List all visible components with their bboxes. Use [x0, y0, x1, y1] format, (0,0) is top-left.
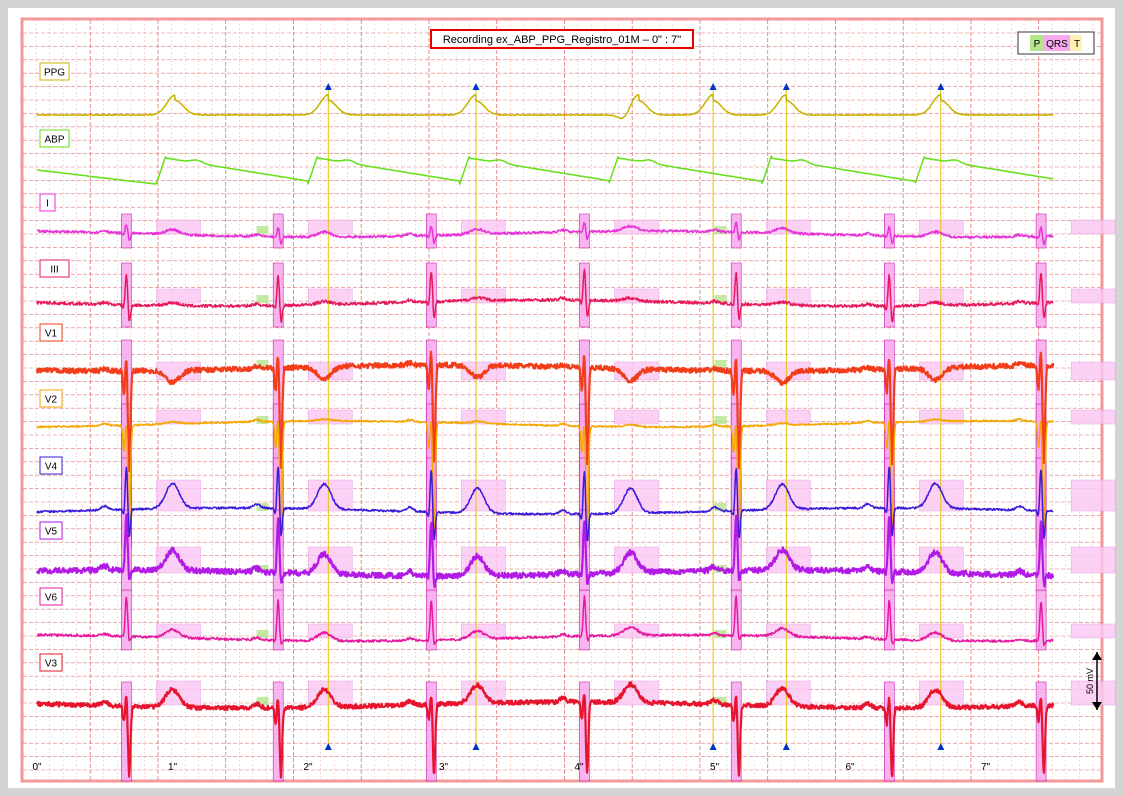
qrs-annotation: [730, 213, 742, 249]
t-wave-annotation: [766, 409, 811, 425]
t-wave-annotation: [156, 479, 201, 512]
t-wave-annotation: [1070, 288, 1116, 304]
legend-p-label: P: [1034, 39, 1041, 50]
t-wave-annotation: [766, 288, 811, 304]
t-wave-annotation: [308, 409, 353, 425]
x-tick-label: 7": [981, 762, 991, 773]
lead-label-i: I: [46, 199, 49, 210]
t-wave-annotation: [766, 479, 811, 512]
t-wave-annotation: [614, 409, 659, 425]
t-wave-annotation: [766, 680, 811, 706]
lead-label-ppg: PPG: [44, 68, 65, 79]
lead-label-v3: V3: [45, 659, 58, 670]
qrs-annotation: [579, 213, 590, 249]
t-wave-annotation: [1070, 623, 1116, 639]
t-wave-annotation: [919, 288, 964, 304]
legend: P QRS T: [1017, 31, 1095, 55]
p-wave-annotation: [714, 416, 727, 424]
t-wave-annotation: [766, 219, 811, 235]
lead-label-iii: III: [50, 265, 58, 276]
x-tick-label: 4": [574, 762, 584, 773]
scale-label: 50 mV: [1085, 668, 1095, 694]
x-tick-label: 1": [168, 762, 178, 773]
chart-title: Recording ex_ABP_PPG_Registro_01M – 0" :…: [430, 29, 694, 49]
ecg-recording-chart: PPGABPIIIIV1V2V4V5V6V3 0" 1" 2" 3" 4" 5" 6" 7" …: [0, 0, 1123, 796]
x-tick-label: 5": [710, 762, 720, 773]
t-wave-annotation: [308, 219, 353, 235]
t-wave-annotation: [1070, 361, 1116, 381]
t-wave-annotation: [156, 288, 201, 304]
lead-label-v1: V1: [45, 329, 58, 340]
lead-label-v6: V6: [45, 593, 58, 604]
legend-qrs-label: QRS: [1046, 39, 1068, 50]
lead-label-v5: V5: [45, 527, 58, 538]
t-wave-annotation: [919, 479, 964, 512]
x-tick-label: 2": [303, 762, 313, 773]
p-wave-annotation: [256, 226, 269, 234]
t-wave-annotation: [1070, 219, 1116, 235]
qrs-annotation: [121, 213, 132, 249]
t-wave-annotation: [1070, 546, 1116, 574]
t-wave-annotation: [1070, 409, 1116, 425]
x-tick-label: 6": [845, 762, 855, 773]
chart-border: [20, 17, 1104, 783]
t-wave-annotation: [1070, 479, 1116, 512]
legend-t-label: T: [1074, 39, 1080, 50]
t-wave-annotation: [308, 479, 353, 512]
lead-label-v2: V2: [45, 395, 58, 406]
qrs-annotation: [883, 589, 895, 651]
lead-label-v4: V4: [45, 462, 58, 473]
chart-title-text: Recording ex_ABP_PPG_Registro_01M – 0" :…: [443, 34, 681, 46]
x-tick-label: 0": [32, 762, 42, 773]
lead-label-abp: ABP: [44, 135, 64, 146]
p-wave-annotation: [256, 295, 269, 303]
x-tick-label: 3": [439, 762, 449, 773]
